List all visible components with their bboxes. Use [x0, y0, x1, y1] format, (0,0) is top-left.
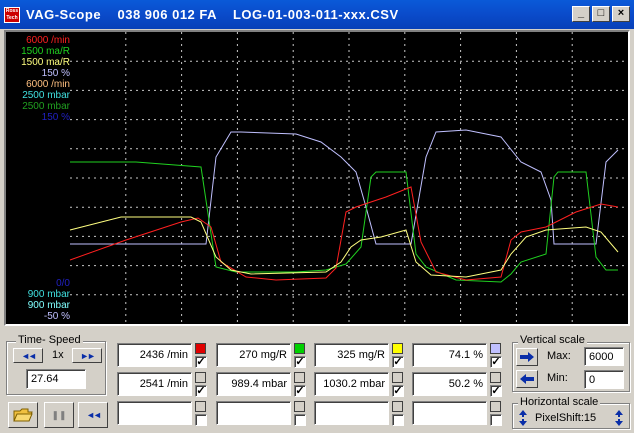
open-file-button[interactable] — [8, 402, 38, 428]
legend-entry: 0/0 — [56, 278, 70, 289]
folder-icon — [13, 408, 33, 422]
maximize-button[interactable]: □ — [592, 6, 610, 22]
channel-checkbox[interactable]: ✓ — [195, 385, 207, 397]
legend-entry: 900 mbar — [27, 300, 70, 311]
fast-forward-icon: ►► — [80, 350, 96, 361]
min-input[interactable]: 0 — [584, 370, 624, 389]
channel-checkbox[interactable]: ✓ — [392, 356, 404, 368]
time-speed-label: Time- Speed — [16, 334, 83, 346]
channel-color-swatch[interactable] — [195, 343, 206, 354]
pause-button[interactable]: ❚❚ — [44, 402, 74, 428]
app-logo-icon: Ross Tech — [4, 6, 20, 23]
max-label: Max: — [547, 350, 571, 362]
channel-checkbox[interactable]: ✓ — [392, 385, 404, 397]
legend-entry: 1500 ma/R — [21, 46, 70, 57]
channel-color-swatch[interactable] — [490, 372, 501, 383]
channel-color-swatch[interactable] — [294, 401, 305, 412]
legend-entry: 900 mbar — [27, 289, 70, 300]
up-down-arrows-icon — [519, 410, 527, 426]
channel-value — [117, 401, 192, 425]
legend-entry: 6000 /min — [26, 35, 70, 46]
legend-top: 6000 /min 1500 ma/R 1500 ma/R 150 % 6000 /mi… — [12, 35, 70, 123]
window-title: VAG-Scope 038 906 012 FA LOG-01-003-011-… — [26, 7, 399, 22]
rewind-button[interactable]: ◄◄ — [13, 348, 43, 363]
channel-checkbox[interactable]: ✓ — [195, 356, 207, 368]
hscale-spinner-right[interactable] — [614, 410, 624, 426]
close-button[interactable]: × — [612, 6, 630, 22]
channel-value: 325 mg/R — [314, 343, 389, 367]
legend-entry: -50 % — [43, 311, 70, 322]
channel-value: 74.1 % — [412, 343, 487, 367]
scope-graph — [69, 32, 628, 324]
pause-icon: ❚❚ — [51, 409, 67, 420]
channel-color-swatch[interactable] — [490, 401, 501, 412]
fast-forward-button[interactable]: ►► — [72, 348, 102, 363]
legend-entry: 6000 /min — [26, 79, 70, 90]
channel-checkbox[interactable]: ✓ — [490, 356, 502, 368]
vertical-scale-label: Vertical scale — [518, 334, 587, 346]
hscale-spinner[interactable] — [518, 410, 528, 426]
channel-value — [216, 401, 291, 425]
time-input[interactable]: 27.64 — [26, 369, 86, 389]
rewind-icon: ◄◄ — [21, 350, 37, 361]
channel-checkbox[interactable] — [392, 414, 404, 426]
legend-bottom: 0/0 900 mbar 900 mbar -50 % — [12, 278, 70, 322]
legend-entry: 2500 mbar — [22, 90, 70, 101]
channel-color-swatch[interactable] — [392, 401, 403, 412]
channel-checkbox[interactable]: ✓ — [490, 385, 502, 397]
channel-color-swatch[interactable] — [392, 343, 403, 354]
legend-entry: 2500 mbar — [22, 101, 70, 112]
legend-entry: 1500 ma/R — [21, 57, 70, 68]
channel-value: 270 mg/R — [216, 343, 291, 367]
channel-value: 50.2 % — [412, 372, 487, 396]
channel-value: 989.4 mbar — [216, 372, 291, 396]
up-down-arrows-icon — [615, 410, 623, 426]
pixelshift-value: PixelShift:15 — [535, 412, 597, 424]
scale-down-button[interactable] — [516, 370, 538, 388]
horizontal-scale-label: Horizontal scale — [518, 396, 601, 408]
channel-value — [314, 401, 389, 425]
channel-color-swatch[interactable] — [392, 372, 403, 383]
channel-value: 2541 /min — [117, 372, 192, 396]
rewind-toolbar-button[interactable]: ◄◄ — [78, 402, 108, 428]
channel-checkbox[interactable]: ✓ — [294, 385, 306, 397]
min-label: Min: — [547, 372, 568, 384]
channel-value: 2436 /min — [117, 343, 192, 367]
title-bar[interactable]: Ross Tech VAG-Scope 038 906 012 FA LOG-0… — [0, 0, 634, 29]
channel-color-swatch[interactable] — [294, 372, 305, 383]
scope-display: 6000 /min 1500 ma/R 1500 ma/R 150 % 6000 /mi… — [4, 30, 630, 326]
channel-color-swatch[interactable] — [490, 343, 501, 354]
scope-trace — [70, 129, 619, 245]
channel-checkbox[interactable] — [490, 414, 502, 426]
channel-color-swatch[interactable] — [294, 343, 305, 354]
speed-value: 1x — [52, 349, 64, 361]
legend-entry: 150 % — [41, 68, 70, 79]
max-input[interactable]: 6000 — [584, 347, 624, 366]
minimize-button[interactable]: _ — [572, 6, 590, 22]
arrow-right-icon — [520, 352, 534, 362]
channel-value: 1030.2 mbar — [314, 372, 389, 396]
channel-checkbox[interactable] — [294, 414, 306, 426]
channel-checkbox[interactable] — [195, 414, 207, 426]
rewind-toolbar-icon: ◄◄ — [86, 410, 102, 420]
channel-value — [412, 401, 487, 425]
channel-checkbox[interactable]: ✓ — [294, 356, 306, 368]
scale-up-button[interactable] — [516, 348, 538, 366]
arrow-left-icon — [520, 374, 534, 384]
channel-color-swatch[interactable] — [195, 372, 206, 383]
legend-entry: 150 % — [41, 112, 70, 123]
channel-color-swatch[interactable] — [195, 401, 206, 412]
